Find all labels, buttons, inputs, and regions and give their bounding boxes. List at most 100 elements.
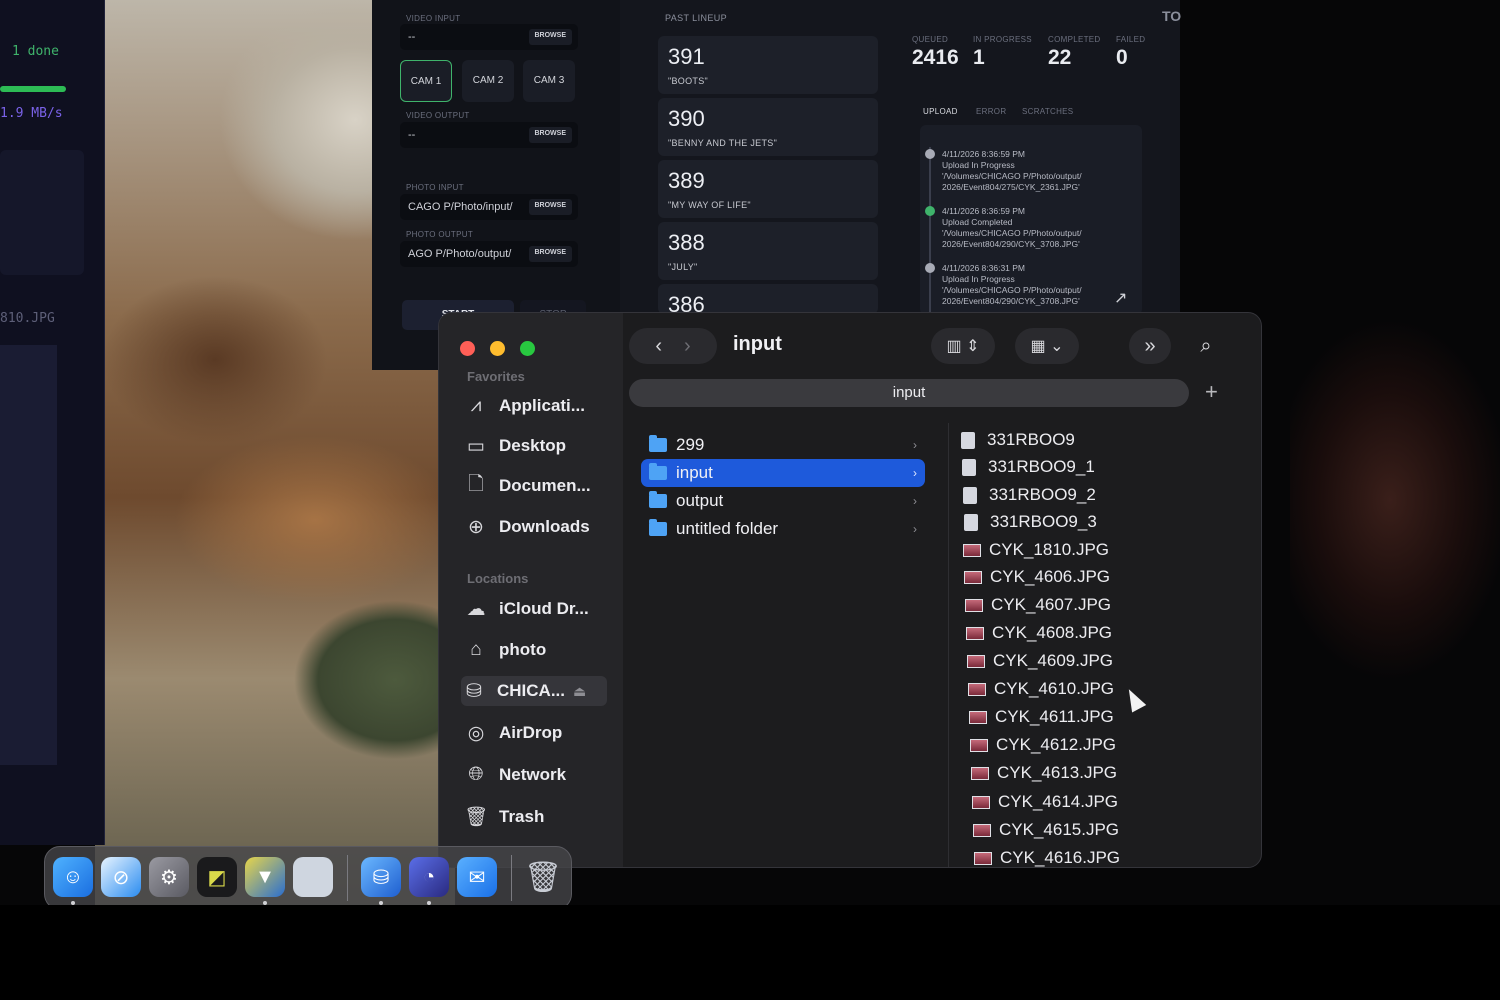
cam-3-button[interactable]: CAM 3 [523,60,575,102]
photo-input-browse-button[interactable]: BROWSE [528,199,572,215]
folder-row-output[interactable]: output › [641,487,925,515]
back-forward-buttons[interactable]: ‹ › [629,328,717,364]
file-row[interactable]: CYK_4610.JPG [968,676,1114,702]
photo-input-field[interactable]: CAGO P/Photo/input/ BROWSE [400,194,578,220]
lineup-card[interactable]: 391 "BOOTS" [658,36,878,94]
folder-row-untitled[interactable]: untitled folder › [641,515,925,543]
lineup-number: 389 [668,168,705,193]
file-row[interactable]: CYK_1810.JPG [963,537,1109,563]
app-dock-icon[interactable]: ▼ [245,857,285,897]
tab-upload[interactable]: UPLOAD [923,107,958,116]
file-row[interactable]: CYK_4616.JPG [974,845,1120,867]
minimize-button[interactable] [490,341,505,356]
folder-column: 299 › input › output › untitled folder › [629,423,949,867]
terminal-speed-text: 1.9 MB/s [0,106,63,121]
lineup-card[interactable]: 390 "BENNY AND THE JETS" [658,98,878,156]
folder-row-299[interactable]: 299 › [641,431,925,459]
folder-row-input[interactable]: input › [641,459,925,487]
cam-2-button[interactable]: CAM 2 [462,60,514,102]
zoom-button[interactable] [520,341,535,356]
settings-dock-icon[interactable]: ⚙ [149,857,189,897]
file-row[interactable]: CYK_4608.JPG [966,620,1112,646]
log-entry-path: 2026/Event804/290/CYK_3708.JPG' [942,239,1080,249]
document-icon [963,486,977,504]
sidebar-item-applications[interactable]: ⩘ Applicati... [463,391,609,421]
stat-completed-label: COMPLETED [1048,35,1101,44]
file-row[interactable]: CYK_4615.JPG [973,817,1119,843]
background-reflection [1290,300,1500,690]
lineup-card[interactable]: 386 [658,284,878,314]
notes-app-dock-icon[interactable]: ◩ [197,857,237,897]
video-output-field[interactable]: -- BROWSE [400,122,578,148]
file-row[interactable]: CYK_4613.JPG [971,760,1117,786]
file-name: CYK_4615.JPG [999,820,1120,839]
sidebar-item-desktop[interactable]: ▭ Desktop [463,431,609,461]
terminal-window[interactable]: 1 done 1.9 MB/s 810.JPG [0,0,105,845]
log-entry-time: 4/11/2026 8:36:59 PM [942,149,1026,159]
expand-arrow-icon[interactable]: ↗ [1114,288,1127,308]
log-completed-dot [925,206,935,216]
file-row[interactable]: CYK_4612.JPG [970,732,1116,758]
folder-icon [649,519,667,536]
photo-output-field[interactable]: AGO P/Photo/output/ BROWSE [400,241,578,267]
tab-scratches[interactable]: SCRATCHES [1022,107,1073,116]
photo-output-browse-button[interactable]: BROWSE [528,246,572,262]
finder-dock-icon[interactable]: ☺ [53,857,93,897]
image-thumbnail-icon [971,766,989,780]
add-tab-icon[interactable]: + [1205,379,1218,405]
file-row[interactable]: CYK_4607.JPG [965,592,1111,618]
lineup-card[interactable]: 388 "JULY" [658,222,878,280]
more-toolbar-button[interactable]: » [1129,328,1171,364]
video-input-field[interactable]: -- BROWSE [400,24,578,50]
cam-1-button[interactable]: CAM 1 [400,60,452,102]
back-chevron-icon[interactable]: ‹ [655,335,662,358]
sidebar-item-icloud[interactable]: ☁ iCloud Dr... [463,594,609,624]
search-button[interactable]: ⌕ [1185,328,1227,364]
safari-dock-icon[interactable]: ⊘ [101,857,141,897]
lineup-card[interactable]: 389 "MY WAY OF LIFE" [658,160,878,218]
mail-dock-icon[interactable]: ✉ [457,857,497,897]
upload-log-panel[interactable]: 4/11/2026 8:36:59 PM Upload In Progress … [920,125,1142,317]
blank-app-dock-icon[interactable] [293,857,333,897]
file-row[interactable]: CYK_4609.JPG [967,648,1113,674]
file-name: 331RBOO9 [987,430,1075,449]
video-input-browse-button[interactable]: BROWSE [528,29,572,45]
file-row[interactable]: 331RBOO9_1 [962,454,1095,480]
log-entry-path: '/Volumes/CHICAGO P/Photo/output/ [942,228,1082,238]
file-name: 331RBOO9_3 [990,512,1097,531]
sidebar-item-label: iCloud Dr... [499,599,589,618]
view-mode-button[interactable]: ▥ ⇕ [931,328,995,364]
sidebar-item-airdrop[interactable]: ◎ AirDrop [463,718,609,748]
image-thumbnail-icon [972,795,990,809]
file-row[interactable]: CYK_4606.JPG [964,564,1110,590]
video-output-browse-button[interactable]: BROWSE [528,127,572,143]
log-entry: 4/11/2026 8:36:31 PM Upload In Progress … [942,263,1082,307]
sidebar-item-trash[interactable]: 🗑︎ Trash [463,802,609,832]
trash-dock-icon[interactable]: 🗑︎ [523,857,563,897]
sidebar-item-chicago-drive[interactable]: ⛁ CHICA... ⏏ [461,676,607,706]
sidebar-item-documents[interactable]: 🗋 Documen... [463,471,609,501]
file-row[interactable]: 331RBOO9_2 [963,482,1096,508]
tab-error[interactable]: ERROR [976,107,1006,116]
file-row[interactable]: CYK_4614.JPG [972,789,1118,815]
file-row[interactable]: 331RBOO9 [961,427,1075,453]
log-entry: 4/11/2026 8:36:59 PM Upload In Progress … [942,149,1082,193]
stat-completed-value: 22 [1048,46,1072,69]
drive-app-dock-icon[interactable]: ⛁ [361,857,401,897]
group-by-button[interactable]: ▦ ⌄ [1015,328,1079,364]
sidebar-item-photo[interactable]: ⌂ photo [463,635,609,665]
terminal-file-text: 810.JPG [0,311,55,326]
screenshot-app-dock-icon[interactable]: ◔ [409,857,449,897]
document-icon [964,513,978,531]
sidebar-item-downloads[interactable]: ⊕ Downloads [463,512,609,542]
path-tab-bar[interactable]: input [629,379,1189,407]
file-row[interactable]: 331RBOO9_3 [964,509,1097,535]
forward-chevron-icon[interactable]: › [684,335,691,358]
eject-icon[interactable]: ⏏ [573,683,586,700]
finder-window[interactable]: Favorites ⩘ Applicati... ▭ Desktop 🗋 Doc… [438,312,1262,868]
photo-output-label: PHOTO OUTPUT [406,230,474,239]
folder-name: output [676,491,724,510]
file-row[interactable]: CYK_4611.JPG [969,704,1114,730]
sidebar-item-network[interactable]: 🌐︎ Network [463,760,609,790]
close-button[interactable] [460,341,475,356]
